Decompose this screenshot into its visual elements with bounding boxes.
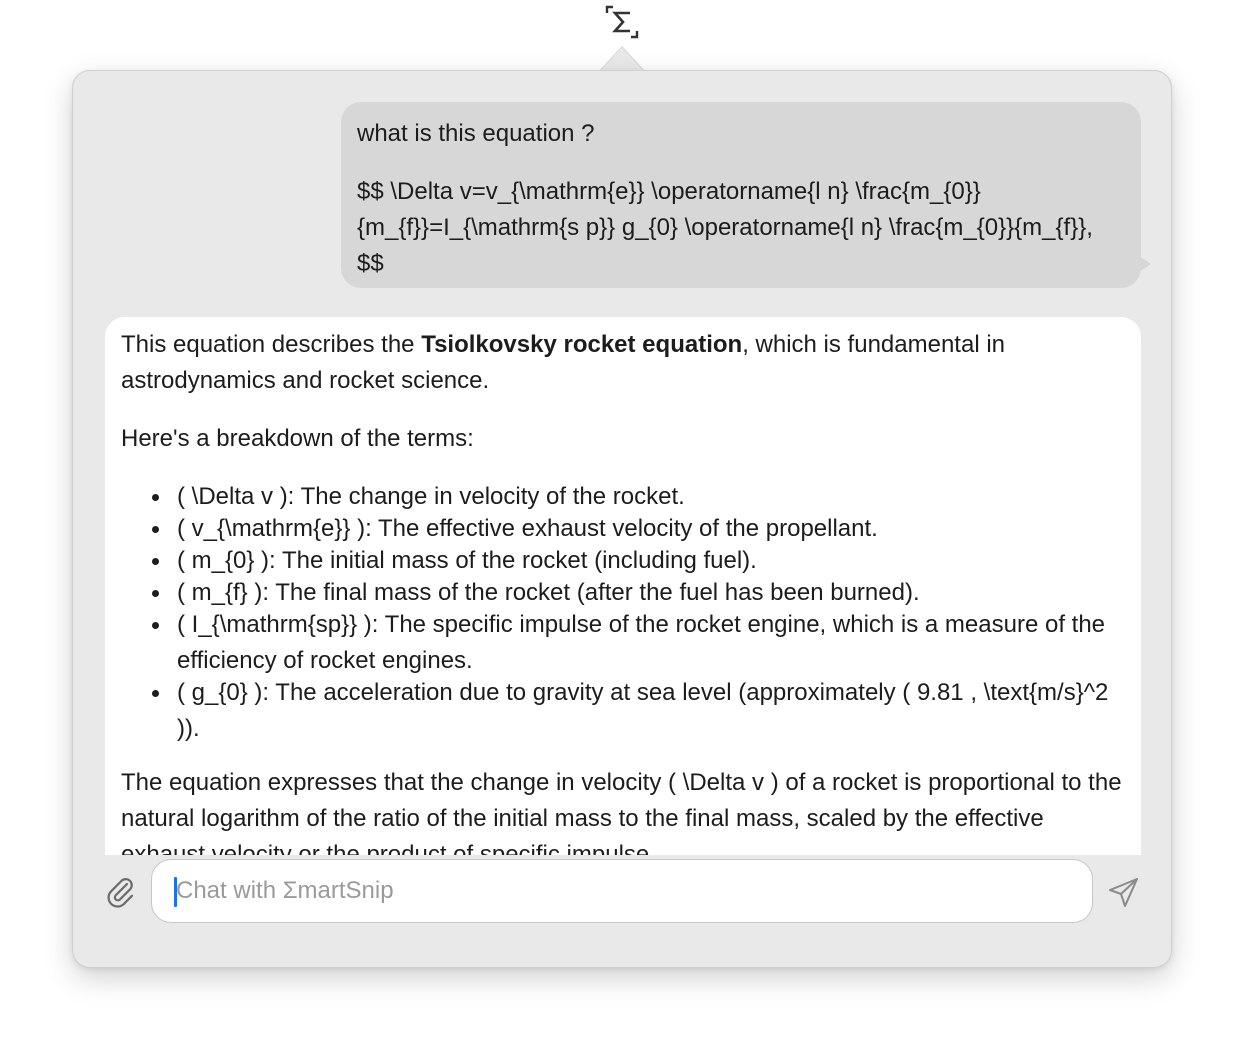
bubble-tail [1139, 256, 1151, 272]
chat-popover: what is this equation ? $$ \Delta v=v_{\… [72, 70, 1172, 968]
attach-button[interactable] [105, 875, 135, 909]
assistant-conclusion: The equation expresses that the change i… [121, 769, 1122, 855]
user-message-bubble: what is this equation ? $$ \Delta v=v_{\… [341, 102, 1151, 288]
terms-list: ( \Delta v ): The change in velocity of … [121, 479, 1125, 747]
list-item: ( \Delta v ): The change in velocity of … [152, 479, 1125, 515]
list-item: ( I_{\mathrm{sp}} ): The specific impuls… [152, 607, 1125, 679]
list-item: ( m_{0} ): The initial mass of the rocke… [152, 543, 1125, 579]
chat-input[interactable] [151, 859, 1093, 923]
list-item: ( m_{f} ): The final mass of the rocket … [152, 575, 1125, 611]
composer-bar [73, 855, 1173, 967]
text-caret [174, 877, 177, 907]
list-item: ( v_{\mathrm{e}} ): The effective exhaus… [152, 511, 1125, 547]
paper-plane-icon [1107, 878, 1141, 913]
user-equation: $$ \Delta v=v_{\mathrm{e}} \operatorname… [357, 178, 1093, 277]
list-item: ( g_{0} ): The acceleration due to gravi… [152, 675, 1125, 747]
paperclip-icon [105, 878, 135, 913]
breakdown-heading: Here's a breakdown of the terms: [121, 425, 474, 452]
equation-name: Tsiolkovsky rocket equation [421, 331, 743, 358]
send-button[interactable] [1107, 875, 1141, 909]
popover-arrow [600, 47, 644, 71]
intro-text-before: This equation describes the [121, 331, 422, 358]
sigma-snip-icon[interactable] [604, 4, 640, 40]
assistant-intro: This equation describes the Tsiolkovsky … [121, 327, 1125, 399]
assistant-message-panel[interactable]: This equation describes the Tsiolkovsky … [105, 317, 1141, 855]
app-window: what is this equation ? $$ \Delta v=v_{\… [0, 0, 1244, 1050]
user-question: what is this equation ? [357, 120, 595, 147]
